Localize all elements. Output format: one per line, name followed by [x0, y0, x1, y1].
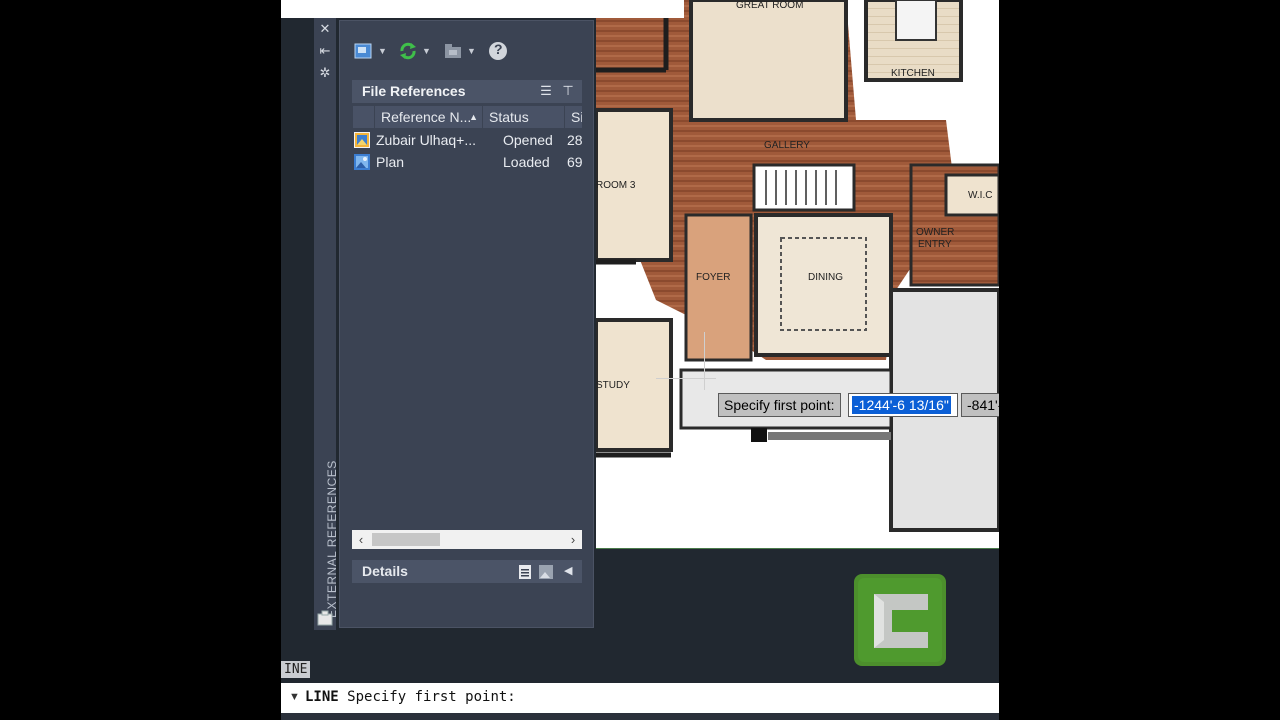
floor-plan-top-strip — [281, 0, 684, 18]
reference-size: 69 — [567, 154, 582, 170]
scroll-left-icon[interactable]: ‹ — [352, 530, 370, 549]
external-references-palette: ▼ ▼ ▼ ? File References ☰ ⊤ Reference N.… — [339, 20, 594, 628]
column-header-status-label: Status — [489, 109, 529, 125]
drawing-canvas[interactable]: GREAT ROOM KITCHEN GALLERY ROOM 3 FOYER … — [596, 0, 999, 548]
chevron-down-icon: ▼ — [467, 46, 476, 56]
dynamic-input-prompt: Specify first point: — [718, 393, 841, 417]
palette-toolbar: ▼ ▼ ▼ ? — [354, 39, 554, 63]
svg-text:W.I.C: W.I.C — [968, 190, 992, 201]
column-header-size[interactable]: Si — [564, 106, 582, 128]
file-references-title: File References — [362, 83, 466, 99]
viewport-edge — [596, 548, 999, 549]
preview-icon[interactable] — [538, 564, 554, 580]
svg-text:ROOM 3: ROOM 3 — [596, 180, 636, 191]
scrollbar-thumb[interactable] — [372, 533, 440, 546]
x-coordinate-input[interactable]: -1244'-6 13/16" — [848, 393, 958, 417]
reference-size: 28 — [567, 132, 582, 148]
svg-text:FOYER: FOYER — [696, 272, 730, 283]
help-glyph: ? — [494, 41, 503, 57]
file-references-header: File References ☰ ⊤ — [352, 80, 582, 103]
command-line-text[interactable]: LINE Specify first point: — [305, 689, 516, 705]
svg-text:GREAT ROOM: GREAT ROOM — [736, 0, 803, 11]
refresh-icon — [400, 42, 416, 60]
details-title: Details — [362, 563, 408, 579]
column-header-name[interactable]: Reference N... ▲ — [374, 106, 482, 128]
chevron-down-icon: ▼ — [422, 46, 431, 56]
floor-plan-image: GREAT ROOM KITCHEN GALLERY ROOM 3 FOYER … — [596, 0, 999, 548]
xref-palette-icon — [317, 610, 333, 626]
command-history-toggle-icon[interactable]: ▼ — [289, 691, 300, 703]
dwg-reference-icon — [354, 132, 370, 148]
reference-status: Opened — [503, 132, 553, 148]
tree-view-icon[interactable]: ⊤ — [560, 84, 576, 98]
palette-title-strip[interactable]: ✕ ⇤ ✲ EXTERNAL REFERENCES — [314, 18, 339, 630]
column-header-status[interactable]: Status — [482, 106, 564, 128]
svg-text:OWNER: OWNER — [916, 227, 954, 238]
svg-text:GALLERY: GALLERY — [764, 140, 810, 151]
svg-text:STUDY: STUDY — [596, 380, 630, 391]
screen-recorder-logo — [854, 574, 946, 666]
chevron-down-icon: ▼ — [378, 46, 387, 56]
command-prompt: Specify first point: — [347, 689, 516, 705]
refresh-dropdown[interactable]: ▼ — [398, 39, 431, 63]
svg-text:KITCHEN: KITCHEN — [891, 68, 935, 79]
reference-name: Plan — [376, 154, 405, 170]
sort-ascending-icon: ▲ — [469, 112, 478, 122]
command-line[interactable]: ▼ LINE Specify first point: — [281, 683, 999, 713]
list-view-icon[interactable]: ☰ — [538, 84, 554, 98]
attach-dwg-icon — [354, 43, 372, 59]
scroll-right-icon[interactable]: › — [564, 530, 582, 549]
help-button[interactable]: ? — [488, 39, 508, 63]
close-icon[interactable]: ✕ — [318, 22, 332, 36]
cursor-crosshair-vertical — [704, 332, 705, 390]
file-references-list[interactable]: Reference N... ▲ Status Si Zubair Ulhaq+ — [352, 106, 582, 530]
command-name: LINE — [305, 689, 339, 705]
change-path-icon — [445, 44, 461, 58]
reference-name: Zubair Ulhaq+... — [376, 132, 476, 148]
reference-status: Loaded — [503, 154, 550, 170]
palette-title-text: EXTERNAL REFERENCES — [325, 460, 339, 618]
auto-hide-icon[interactable]: ⇤ — [318, 44, 332, 58]
details-header[interactable]: Details ◀ — [352, 560, 582, 583]
collapse-icon[interactable]: ◀ — [564, 564, 572, 577]
reference-row[interactable]: Plan Loaded 69 — [352, 151, 582, 173]
svg-text:ENTRY: ENTRY — [918, 239, 952, 250]
reference-row[interactable]: Zubair Ulhaq+... Opened 28 — [352, 129, 582, 151]
command-history: INE — [281, 661, 311, 678]
x-coordinate-value: -1244'-6 13/16" — [852, 396, 951, 414]
column-headers: Reference N... ▲ Status Si — [352, 106, 582, 128]
horizontal-scrollbar[interactable]: ‹ › — [352, 530, 582, 549]
details-view-icon[interactable] — [518, 564, 532, 580]
column-header-name-label: Reference N... — [381, 109, 472, 125]
y-coordinate-input[interactable]: -841'- — [961, 393, 999, 417]
column-header-blank — [352, 106, 374, 128]
status-bar-strip — [281, 713, 999, 720]
image-reference-icon — [354, 154, 370, 170]
change-path-dropdown[interactable]: ▼ — [443, 39, 476, 63]
column-header-size-label: Si — [571, 109, 582, 125]
camtasia-c-icon — [858, 578, 942, 662]
autocad-window: GREAT ROOM KITCHEN GALLERY ROOM 3 FOYER … — [281, 0, 999, 720]
properties-icon[interactable]: ✲ — [318, 66, 332, 80]
svg-text:DINING: DINING — [808, 272, 843, 283]
attach-dropdown[interactable]: ▼ — [354, 39, 387, 63]
